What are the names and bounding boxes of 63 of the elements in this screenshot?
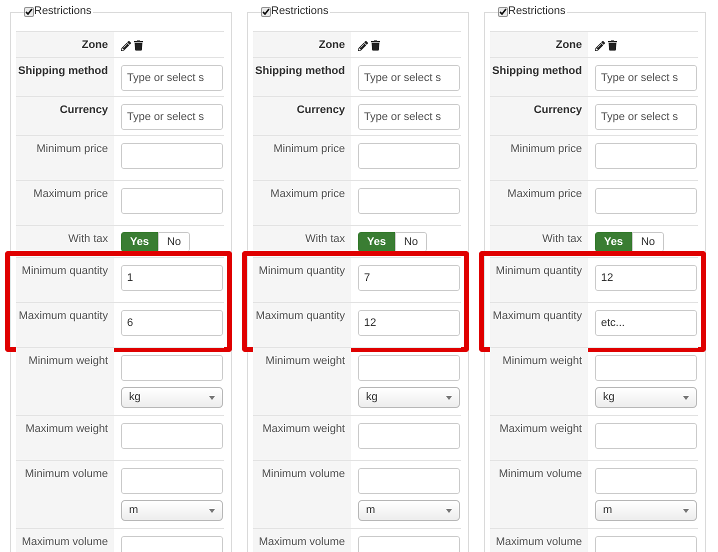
field-label: Minimum volume bbox=[24, 468, 108, 482]
field-label: Shipping method bbox=[255, 65, 345, 79]
field-label: Shipping method bbox=[18, 65, 108, 79]
field-label: Currency bbox=[534, 104, 582, 118]
toggle-option[interactable]: Yes bbox=[358, 232, 395, 252]
input-field[interactable]: Type or select s bbox=[358, 104, 460, 130]
input-field[interactable]: 12 bbox=[595, 265, 697, 291]
toggle-option[interactable]: No bbox=[632, 232, 664, 252]
field-label: Minimum price bbox=[510, 143, 582, 157]
unit-select[interactable]: m bbox=[595, 500, 697, 521]
unit-select[interactable]: kg bbox=[595, 387, 697, 408]
field-label: Maximum volume bbox=[258, 536, 345, 550]
input-field[interactable]: Type or select s bbox=[358, 65, 460, 91]
field-label: Zone bbox=[318, 39, 345, 53]
field-label: With tax bbox=[305, 233, 345, 247]
field-label: Maximum quantity bbox=[256, 310, 345, 324]
field-label: Shipping method bbox=[492, 65, 582, 79]
field-label: Minimum weight bbox=[502, 355, 582, 369]
field-label: Zone bbox=[556, 39, 582, 53]
field-label: Minimum weight bbox=[28, 355, 108, 369]
input-field[interactable]: 7 bbox=[358, 265, 460, 291]
input-field[interactable]: 12 bbox=[358, 310, 460, 336]
field-label: Maximum volume bbox=[22, 536, 108, 550]
field-label: Maximum weight bbox=[262, 423, 345, 437]
input-field[interactable]: Type or select s bbox=[121, 65, 223, 91]
field-label: Minimum volume bbox=[262, 468, 345, 482]
field-label: Minimum quantity bbox=[22, 265, 108, 279]
field-label: Currency bbox=[60, 104, 108, 118]
field-label: Currency bbox=[296, 104, 345, 118]
field-label: Minimum quantity bbox=[258, 265, 345, 279]
legend-label: Restrictions bbox=[508, 5, 566, 18]
toggle-option[interactable]: No bbox=[158, 232, 190, 252]
legend-label: Restrictions bbox=[34, 5, 92, 18]
field-label: With tax bbox=[542, 233, 582, 247]
field-label: With tax bbox=[68, 233, 108, 247]
field-label: Maximum weight bbox=[25, 423, 108, 437]
field-label: Maximum quantity bbox=[18, 310, 108, 324]
field-label: Zone bbox=[82, 39, 108, 53]
field-label: Minimum price bbox=[273, 143, 345, 157]
input-field[interactable]: 1 bbox=[121, 265, 223, 291]
field-label: Maximum price bbox=[270, 188, 345, 202]
field-label: Maximum price bbox=[33, 188, 108, 202]
field-label: Minimum volume bbox=[498, 468, 582, 482]
field-label: Maximum weight bbox=[499, 423, 582, 437]
input-field[interactable]: 6 bbox=[121, 310, 223, 336]
field-label: Maximum volume bbox=[496, 536, 582, 550]
toggle-option[interactable]: Yes bbox=[595, 232, 632, 252]
input-field[interactable]: etc... bbox=[595, 310, 697, 336]
unit-select[interactable]: m bbox=[358, 500, 460, 521]
legend-label: Restrictions bbox=[271, 5, 328, 18]
input-field[interactable]: Type or select s bbox=[121, 104, 223, 130]
field-label: Minimum price bbox=[36, 143, 108, 157]
toggle-option[interactable]: No bbox=[394, 232, 428, 252]
field-label: Maximum price bbox=[507, 188, 582, 202]
toggle-option[interactable]: Yes bbox=[121, 232, 158, 252]
field-label: Minimum weight bbox=[266, 355, 345, 369]
field-label: Minimum quantity bbox=[496, 265, 582, 279]
unit-select[interactable]: kg bbox=[121, 387, 223, 408]
unit-select[interactable]: kg bbox=[358, 387, 460, 408]
input-field[interactable]: Type or select s bbox=[595, 104, 697, 130]
input-field[interactable]: Type or select s bbox=[595, 65, 697, 91]
field-label: Maximum quantity bbox=[492, 310, 582, 324]
unit-select[interactable]: m bbox=[121, 500, 223, 521]
